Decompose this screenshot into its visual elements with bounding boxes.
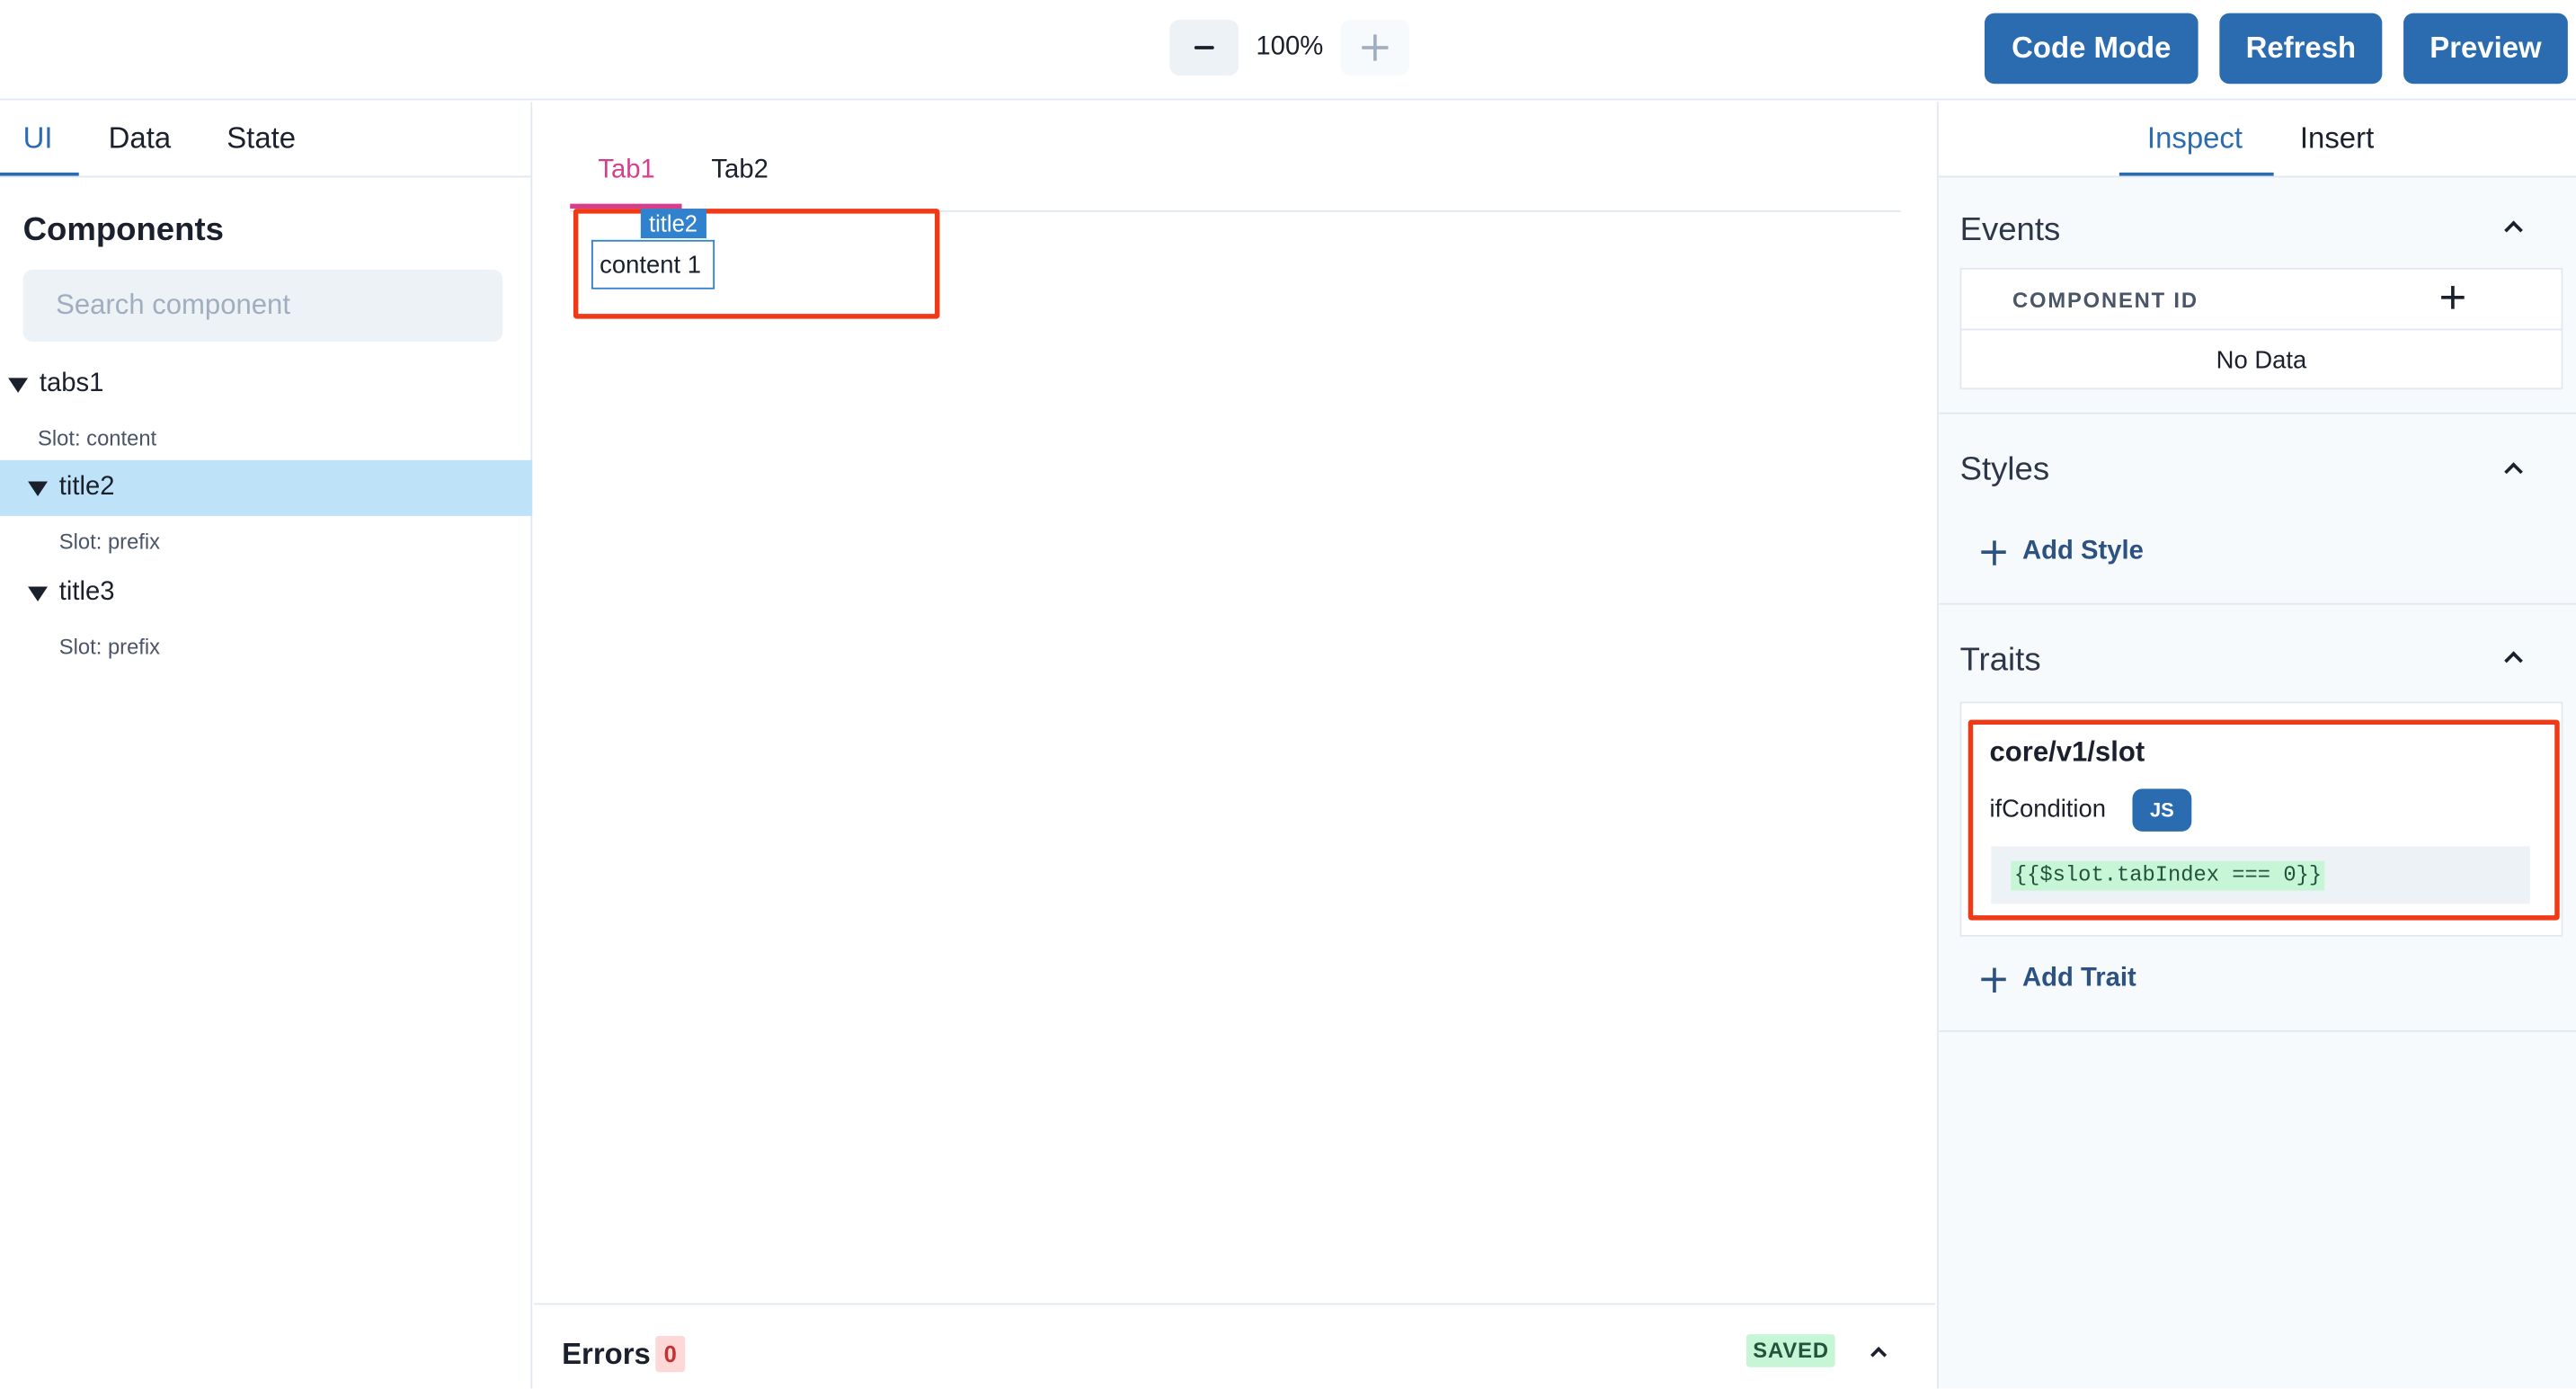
right-tab-bar: Inspect Insert [1938,102,2576,178]
add-style-label: Add Style [2022,537,2144,565]
chevron-up-icon[interactable] [2504,462,2523,481]
chevron-up-icon[interactable] [2504,651,2523,671]
top-toolbar: 100% Code Mode Refresh Preview [0,0,2576,101]
chevron-up-icon[interactable] [2504,220,2523,240]
minus-icon [1194,45,1214,50]
errors-label: Errors [562,1337,651,1371]
left-tab-bar: UI Data State [0,102,531,178]
tab-data[interactable]: Data [109,121,172,156]
tree-item-title3[interactable]: title3 [0,565,532,621]
tree-item-label: title3 [58,578,115,607]
styles-section-title[interactable]: Styles [1960,452,2050,490]
plus-icon [1362,34,1389,61]
add-trait-button[interactable]: Add Trait [1981,965,2136,994]
expand-triangle-icon[interactable] [28,480,49,496]
zoom-level: 100% [1256,32,1324,61]
section-divider [1938,1030,2576,1032]
tab-insert[interactable]: Insert [2300,121,2374,156]
traits-section-title[interactable]: Traits [1960,643,2041,681]
code-input[interactable]: {{$slot.tabIndex === 0}} [1991,846,2530,904]
refresh-button[interactable]: Refresh [2219,13,2383,85]
slot-label: Slot: prefix [58,634,161,659]
section-divider [1938,602,2576,605]
tree-item-label: tabs1 [39,370,104,398]
empty-state: No Data [2216,346,2307,375]
saved-status-badge: SAVED [1745,1334,1836,1367]
slot-label: Slot: prefix [58,529,161,554]
tab-inspect[interactable]: Inspect [2147,121,2243,156]
plus-icon [1981,966,2006,993]
tree-item-title2[interactable]: title2 [0,459,533,516]
tab-tab2[interactable]: Tab2 [711,156,768,186]
active-tab-indicator [0,172,79,176]
section-divider [1938,412,2576,414]
errors-count-badge: 0 [655,1336,686,1373]
add-style-button[interactable]: Add Style [1981,538,2144,567]
code-mode-button[interactable]: Code Mode [1984,13,2198,85]
events-table: COMPONENT ID No Data [1959,267,2563,390]
zoom-in-button[interactable] [1340,19,1410,76]
expand-triangle-icon[interactable] [8,377,29,392]
errors-bar[interactable]: Errors 0 SAVED [534,1303,1936,1388]
component-name-tag: title2 [640,209,706,239]
active-tab-indicator [2119,172,2274,176]
left-panel: UI Data State Components tabs1 Slot: con… [0,102,533,1389]
preview-button[interactable]: Preview [2403,13,2568,85]
add-event-icon[interactable] [2441,286,2465,309]
zoom-out-button[interactable] [1169,19,1239,76]
search-input[interactable] [22,269,503,343]
plus-icon [1981,539,2006,565]
field-label: ifCondition [1989,795,2107,824]
tab-state[interactable]: State [227,121,296,156]
chevron-up-icon[interactable] [1870,1346,1888,1364]
zoom-controls: 100% [1169,19,1410,76]
tab-ui[interactable]: UI [23,121,53,156]
column-header: COMPONENT ID [2012,287,2198,313]
tree-item-tabs1[interactable]: tabs1 [0,357,532,413]
code-expression: {{$slot.tabIndex === 0}} [2011,860,2325,891]
selected-component[interactable]: content 1 [591,239,715,289]
slot-label: Slot: content [38,425,157,450]
tab-tab1[interactable]: Tab1 [598,156,654,186]
tree-item-label: title2 [58,473,115,502]
divider [1961,328,2562,331]
trait-name: core/v1/slot [1989,735,2145,768]
js-toggle-button[interactable]: JS [2132,788,2192,832]
expand-triangle-icon[interactable] [28,585,49,601]
right-panel: Inspect Insert Events COMPONENT ID No Da… [1936,102,2576,1389]
add-trait-label: Add Trait [2022,964,2136,993]
editor-canvas[interactable]: Tab1 Tab2 title2 content 1 Errors 0 SAVE… [534,102,1936,1389]
components-title: Components [22,211,224,248]
events-section-title[interactable]: Events [1960,212,2061,250]
